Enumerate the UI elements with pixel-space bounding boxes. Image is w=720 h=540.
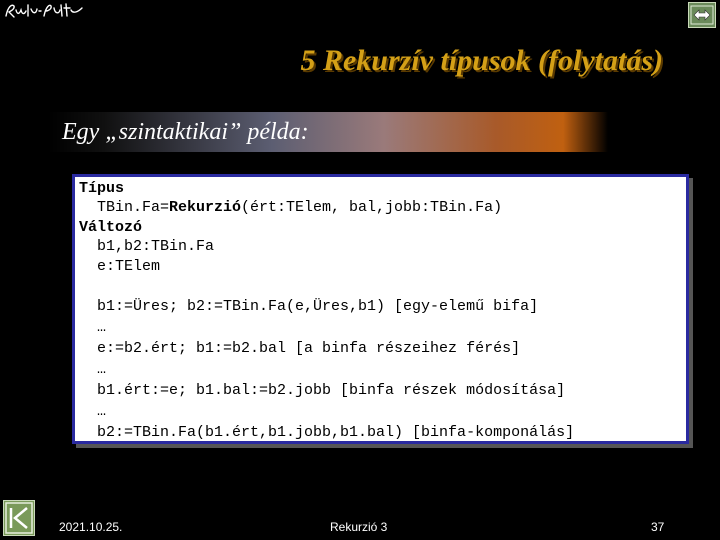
slide-title: 5 Rekurzív típusok (folytatás) [300,44,663,77]
slide-subtitle: Egy „szintaktikai” példa: [62,119,309,145]
code-recursion-keyword: Rekurzió [169,199,242,216]
code-line-type-definition: TBin.Fa=Rekurzió(ért:TElem, bal,jobb:TBi… [79,198,502,218]
code-line-access-parts: e:=b2.ért; b1:=b2.bal [a binfa részeihez… [79,340,521,357]
back-to-start-button[interactable] [3,500,35,536]
code-line-ellipsis: … [79,361,107,378]
signature-logo [5,3,83,18]
back-to-start-icon [5,502,33,534]
code-line-type-keyword: Típus [79,180,125,197]
code-line-ellipsis: … [79,319,107,336]
code-line-compose: b2:=TBin.Fa(b1.ért,b1.jobb,b1.bal) [binf… [79,424,575,441]
double-arrow-icon [690,5,714,25]
code-line-var-e: e:TElem [79,258,161,275]
code-line-modify-parts: b1.ért:=e; b1.bal:=b2.jobb [binfa részek… [79,382,566,399]
code-line-variable-keyword: Változó [79,219,143,236]
code-type-fields: (ért:TElem, bal,jobb:TBin.Fa) [241,199,503,216]
code-line-ellipsis: … [79,403,107,420]
code-line-single-element: b1:=Üres; b2:=TBin.Fa(e,Üres,b1) [egy-el… [79,298,539,315]
code-box: Típus TBin.Fa=Rekurzió(ért:TElem, bal,jo… [72,174,689,444]
page-number: 37 [651,520,665,534]
code-type-name: TBin.Fa= [79,199,170,216]
footer-date: 2021.10.25. [59,520,123,534]
footer-topic: Rekurzió 3 [330,520,388,534]
code-line-var-b: b1,b2:TBin.Fa [79,238,215,255]
navigation-button[interactable] [688,2,716,28]
